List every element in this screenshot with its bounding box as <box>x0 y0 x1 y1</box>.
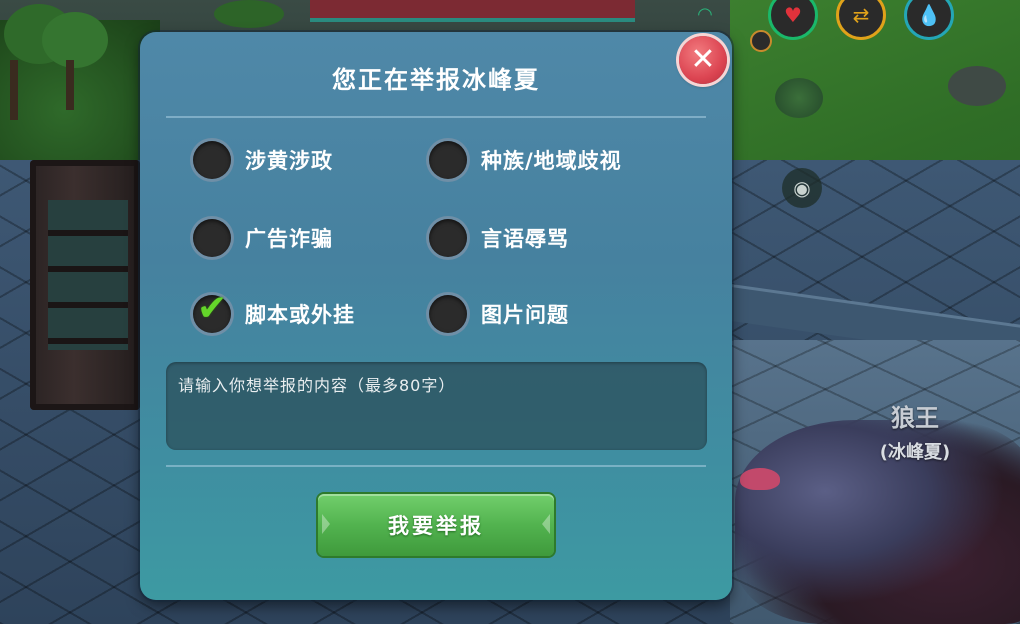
option-label: 图片问题 <box>481 303 569 327</box>
submit-report-button[interactable]: 我要举报 <box>318 494 554 556</box>
signal-icon: ◠ <box>697 4 713 25</box>
wolf-mouth <box>740 468 780 490</box>
divider-top <box>166 116 706 118</box>
bush-prop <box>775 78 823 118</box>
option-label: 广告诈骗 <box>245 227 333 251</box>
option-label: 涉黄涉政 <box>245 149 333 173</box>
radio-unchecked[interactable] <box>193 141 231 179</box>
close-button[interactable]: ✕ <box>679 36 727 84</box>
tree-trunk <box>10 60 18 120</box>
tree-foliage <box>214 0 284 28</box>
report-option-verbal-abuse[interactable]: 言语辱骂 <box>429 216 569 260</box>
rock-prop <box>948 66 1006 106</box>
bookshelf-prop <box>30 160 140 410</box>
radio-checked[interactable]: ✔ <box>193 291 231 333</box>
input-placeholder: 请输入你想举报的内容（最多80字） <box>178 376 456 395</box>
divider-bottom <box>166 465 706 467</box>
status-badge <box>750 30 772 52</box>
button-decoration-left <box>322 514 330 534</box>
dialog-title: 您正在举报冰峰夏 <box>332 66 540 94</box>
eye-icon[interactable]: ◉ <box>782 168 822 208</box>
top-health-bar <box>310 0 635 22</box>
radio-unchecked[interactable] <box>193 219 231 257</box>
report-option-cheating[interactable]: ✔ 脚本或外挂 <box>193 291 355 336</box>
report-option-discrimination[interactable]: 种族/地域歧视 <box>429 138 622 182</box>
checkmark-icon: ✔ <box>197 288 228 329</box>
radio-unchecked[interactable] <box>429 295 467 333</box>
close-icon: ✕ <box>690 42 716 77</box>
tree-trunk <box>66 60 74 110</box>
option-label: 种族/地域歧视 <box>481 149 622 173</box>
submit-label: 我要举报 <box>388 514 484 538</box>
radio-unchecked[interactable] <box>429 141 467 179</box>
report-option-image-issue[interactable]: 图片问题 <box>429 292 569 336</box>
tree-foliage <box>42 12 108 68</box>
report-option-ad-scam[interactable]: 广告诈骗 <box>193 216 333 260</box>
radio-unchecked[interactable] <box>429 219 467 257</box>
button-decoration-right <box>542 514 550 534</box>
report-content-input[interactable]: 请输入你想举报的内容（最多80字） <box>166 362 707 450</box>
npc-name-label: 狼王 <box>891 404 939 432</box>
npc-subtitle-label: (冰峰夏) <box>879 442 951 463</box>
option-label: 脚本或外挂 <box>245 303 355 327</box>
option-label: 言语辱骂 <box>481 227 569 251</box>
report-option-porn-politics[interactable]: 涉黄涉政 <box>193 138 333 182</box>
